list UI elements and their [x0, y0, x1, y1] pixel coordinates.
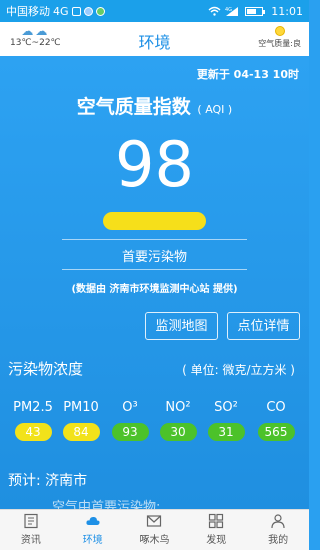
concentration-title: 污染物浓度	[8, 360, 84, 378]
app-header: ☁☁ 13℃~22℃ 环境 空气质量:良	[0, 22, 309, 56]
tab-profile[interactable]: 我的	[247, 510, 309, 550]
pollutant-value-badge: 30	[159, 423, 197, 441]
system-icons: 4G 11:01	[208, 5, 303, 18]
site-detail-button[interactable]: 点位详情	[227, 312, 300, 340]
aqi-title: 空气质量指数	[76, 96, 191, 118]
pollutant-name: PM2.5	[13, 400, 53, 415]
person-icon	[271, 514, 285, 529]
wifi-icon	[208, 6, 221, 16]
tab-discover[interactable]: 发现	[185, 510, 247, 550]
cloud-icon	[86, 516, 100, 525]
pollutant-name: CO	[266, 400, 286, 415]
pollutant-value-badge: 565	[257, 423, 295, 441]
status-bar: 中国移动 4G 4G 11:01	[0, 0, 309, 22]
tab-label: 发现	[206, 535, 227, 546]
aqi-panel: 更新于 04-13 10时 空气质量指数 ( AQI ) 98 首要污染物 (数…	[0, 56, 309, 515]
tab-label: 啄木鸟	[139, 535, 170, 546]
carrier-name: 中国移动	[6, 5, 50, 18]
monitor-map-button[interactable]: 监测地图	[145, 312, 218, 340]
pollutant-value-badge: 93	[111, 423, 149, 441]
aqi-heading: 空气质量指数 ( AQI )	[0, 92, 309, 119]
aqi-value: 98	[115, 128, 194, 201]
divider	[62, 269, 247, 270]
image-notification-icon	[71, 6, 81, 16]
pollutant-item: O³ 93	[106, 400, 154, 441]
update-time: 更新于 04-13 10时	[196, 68, 299, 81]
svg-text:4G: 4G	[225, 7, 232, 13]
forecast-label: 预计: 济南市	[8, 473, 88, 489]
pollutant-name: PM10	[63, 400, 99, 415]
tab-news[interactable]: 资讯	[0, 510, 62, 550]
tab-woodpecker[interactable]: 啄木鸟	[124, 510, 186, 550]
pollutant-value-badge: 84	[62, 423, 100, 441]
aqi-unit: ( AQI )	[197, 103, 233, 116]
app-notification-icon	[95, 6, 105, 16]
battery-icon	[245, 6, 266, 16]
smiley-icon	[274, 26, 285, 36]
tab-label: 环境	[82, 535, 103, 546]
tab-label: 我的	[268, 535, 289, 546]
aqi-level-bar	[103, 212, 206, 230]
air-quality-label: 空气质量:良	[258, 39, 301, 48]
news-icon	[24, 513, 38, 529]
signal-icon: 4G	[225, 7, 239, 16]
data-source: (数据由 济南市环境监测中心站 提供)	[71, 284, 238, 295]
network-type: 4G	[53, 4, 69, 18]
pollutant-name: SO²	[214, 400, 238, 415]
pollutant-name: NO²	[165, 400, 191, 415]
concentration-unit: ( 单位: 微克/立方米 )	[182, 363, 295, 377]
mail-icon	[147, 515, 162, 527]
clock: 11:01	[271, 4, 303, 18]
primary-pollutant-label: 首要污染物	[121, 250, 187, 265]
carrier-info: 中国移动 4G	[6, 3, 208, 19]
pollutant-item: NO² 30	[154, 400, 202, 441]
pollutant-name: O³	[122, 400, 138, 415]
air-quality-indicator[interactable]: 空气质量:良	[258, 26, 301, 49]
tab-environment[interactable]: 环境	[62, 510, 124, 550]
pollutant-item: SO² 31	[202, 400, 250, 441]
pollutant-item: PM10 84	[57, 400, 105, 441]
globe-notification-icon	[83, 6, 93, 16]
pollutant-item: PM2.5 43	[9, 400, 57, 441]
grid-icon	[209, 513, 224, 529]
tab-label: 资讯	[20, 535, 41, 546]
divider	[62, 239, 247, 240]
bottom-tab-bar: 资讯 环境 啄木鸟 发现 我的	[0, 509, 309, 550]
pollutant-item: CO 565	[252, 400, 300, 441]
pollutant-value-badge: 43	[14, 423, 52, 441]
pollutant-value-badge: 31	[207, 423, 245, 441]
